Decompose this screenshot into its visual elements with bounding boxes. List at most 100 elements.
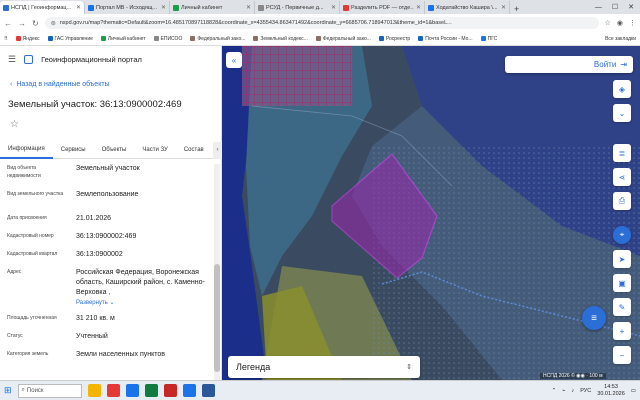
bookmark-label: Личный кабинет bbox=[107, 35, 146, 42]
hamburger-menu-icon[interactable]: ☰ bbox=[8, 54, 16, 65]
chat-button[interactable]: ≡ bbox=[582, 306, 606, 330]
bookmark-item[interactable]: Федеральный зако... bbox=[315, 36, 371, 42]
expand-icon[interactable]: ⌄ bbox=[613, 104, 631, 122]
network-icon[interactable]: ⌁ bbox=[562, 388, 565, 394]
scrollbar-thumb[interactable] bbox=[214, 264, 220, 372]
bookmark-star-icon[interactable]: ☆ bbox=[605, 19, 611, 27]
back-arrow-icon[interactable]: ← bbox=[4, 19, 12, 28]
map-toolbar-top: ◈ ⌄ bbox=[611, 80, 633, 128]
back-to-results-link[interactable]: ‹ Назад в найденные объекты bbox=[10, 81, 110, 88]
attribute-value-text: Учтенный bbox=[76, 333, 108, 340]
login-button[interactable]: Войти ⇥ bbox=[505, 56, 633, 73]
attribute-key: Категория земель bbox=[7, 351, 49, 357]
bookmark-item[interactable]: Почта России - Мо... bbox=[418, 35, 473, 42]
favorite-star-icon[interactable]: ☆ bbox=[10, 119, 19, 130]
file-explorer-icon[interactable] bbox=[87, 384, 101, 397]
language-indicator[interactable]: РУС bbox=[580, 388, 591, 394]
close-tab-icon[interactable]: ✕ bbox=[161, 4, 166, 11]
bookmark-item[interactable]: ЕПИСОО bbox=[153, 36, 182, 42]
clock[interactable]: 14:53 30.01.2026 bbox=[597, 384, 625, 398]
attribute-key: Вид объекта недвижимости bbox=[7, 165, 41, 179]
browser-tab[interactable]: Личный кабинет ✕ bbox=[170, 1, 255, 14]
zoom-out-icon[interactable]: − bbox=[613, 346, 631, 364]
bookmark-item[interactable]: Земельный кодекс... bbox=[253, 35, 308, 42]
zoom-in-icon[interactable]: + bbox=[613, 322, 631, 340]
layers-icon[interactable]: ◈ bbox=[613, 80, 631, 98]
chrome-icon[interactable] bbox=[125, 384, 139, 397]
notifications-icon[interactable]: ▭ bbox=[631, 388, 636, 394]
windows-start-icon[interactable]: ⊞ bbox=[4, 385, 12, 396]
volume-icon[interactable]: ♪ bbox=[572, 388, 575, 394]
maximize-icon[interactable]: ☐ bbox=[612, 3, 618, 11]
attribute-value-text: 36:13:0900002 bbox=[76, 251, 123, 258]
close-tab-icon[interactable]: ✕ bbox=[416, 4, 421, 11]
draw-icon[interactable]: ✎ bbox=[613, 298, 631, 316]
taskbar-search[interactable]: ⌕ Поиск bbox=[17, 383, 82, 398]
collapse-panel-button[interactable]: « bbox=[226, 52, 242, 68]
bookmark-label: Почта России - Мо... bbox=[425, 35, 473, 42]
object-tab[interactable]: Информация bbox=[0, 142, 53, 159]
attribute-value: 21.01.2026 bbox=[76, 214, 208, 224]
site-info-icon[interactable]: ⊜ bbox=[51, 20, 56, 27]
browser-tab[interactable]: НСПД | Геоинформац... ✕ bbox=[0, 1, 85, 14]
object-tab[interactable]: Состав bbox=[176, 142, 212, 159]
print-icon[interactable]: ⎙ bbox=[613, 192, 631, 210]
minimize-icon[interactable]: — bbox=[595, 4, 602, 11]
bookmark-item[interactable]: ПГС bbox=[480, 36, 497, 42]
list-icon[interactable]: ≣ bbox=[613, 144, 631, 162]
browser-tab[interactable]: Разделить PDF — отде... ✕ bbox=[340, 1, 425, 14]
object-tab[interactable]: Сервисы bbox=[53, 142, 94, 159]
word-icon[interactable] bbox=[201, 384, 215, 397]
pdf-reader-icon[interactable] bbox=[163, 384, 177, 397]
browser-tab[interactable]: Портал МВ - Исходящ... ✕ bbox=[85, 1, 170, 14]
profile-icon[interactable]: ◉ bbox=[617, 19, 623, 27]
object-tab[interactable]: Объекты bbox=[94, 142, 135, 159]
tray-arrow-icon[interactable]: ⌃ bbox=[552, 388, 557, 394]
tab-favicon-icon bbox=[3, 4, 9, 11]
bookmark-favicon-icon bbox=[47, 36, 53, 41]
tab-title: Личный кабинет bbox=[181, 4, 223, 11]
all-bookmarks[interactable]: Все закладки bbox=[603, 36, 636, 42]
bookmark-item[interactable]: Федеральный зако... bbox=[190, 36, 245, 42]
apps-grid-icon[interactable]: ⠿ bbox=[4, 36, 8, 42]
yandex-browser-icon[interactable] bbox=[106, 384, 120, 397]
close-tab-icon[interactable]: ✕ bbox=[246, 4, 251, 11]
bookmark-item[interactable]: Росреестр bbox=[378, 36, 410, 42]
reload-icon[interactable]: ↻ bbox=[32, 19, 39, 28]
object-tab[interactable]: Части ЗУ bbox=[134, 142, 175, 159]
map-attribution: НСПД 2026 © ◉◉ · 100 м bbox=[540, 373, 606, 379]
excel-icon[interactable] bbox=[144, 384, 158, 397]
browser-tab[interactable]: Ходатайство Кашира \... ✕ bbox=[425, 1, 510, 14]
outlook-icon[interactable] bbox=[182, 384, 196, 397]
locate-icon[interactable]: ⌖ bbox=[613, 226, 631, 244]
bookmark-favicon-icon bbox=[100, 36, 106, 41]
bookmarks-bar: ⠿ Яндекс ГАС Управление Личный кабинет ЕПИСО… bbox=[0, 32, 640, 46]
tab-title: Портал МВ - Исходящ... bbox=[96, 4, 157, 11]
tabs-scroll-right-icon[interactable]: › bbox=[213, 141, 222, 159]
bookmark-favicon-icon bbox=[15, 36, 21, 41]
navigation-arrow-icon[interactable]: ➤ bbox=[613, 250, 631, 268]
browser-tab[interactable]: РСУД - Первичные д... ✕ bbox=[255, 1, 340, 14]
legend-dropdown[interactable]: Легенда ⇕ bbox=[228, 356, 420, 378]
attribute-key: Кадастровый номер bbox=[7, 233, 54, 239]
measure-icon[interactable]: ▣ bbox=[613, 274, 631, 292]
expand-address-link[interactable]: Развернуть ⌄ bbox=[76, 298, 208, 308]
menu-dots-icon[interactable]: ⋮ bbox=[629, 19, 636, 27]
share-icon[interactable]: ⋖ bbox=[613, 168, 631, 186]
map-view[interactable]: « Войти ⇥ ◈ ⌄ ≣ ⋖ ⎙ ⌖ ➤ ▣ ✎ + − ≡ Легенд… bbox=[222, 46, 640, 380]
close-window-icon[interactable]: ✕ bbox=[628, 3, 634, 11]
url-field[interactable]: ⊜ nspd.gov.ru/map?thematic=Default&zoom=… bbox=[44, 17, 599, 29]
tab-favicon-icon bbox=[428, 4, 434, 11]
close-tab-icon[interactable]: ✕ bbox=[331, 4, 336, 11]
bookmark-label: Земельный кодекс... bbox=[260, 35, 308, 42]
forward-arrow-icon[interactable]: → bbox=[18, 19, 26, 28]
bookmark-item[interactable]: Личный кабинет bbox=[100, 35, 146, 42]
close-tab-icon[interactable]: ✕ bbox=[76, 4, 81, 11]
panel-scrollbar[interactable] bbox=[214, 164, 220, 380]
new-tab-button[interactable]: + bbox=[510, 4, 523, 14]
bookmark-label: Яндекс bbox=[22, 35, 40, 42]
bookmark-item[interactable]: Яндекс bbox=[15, 35, 40, 42]
bookmark-item[interactable]: ГАС Управление bbox=[47, 36, 93, 42]
close-tab-icon[interactable]: ✕ bbox=[501, 4, 506, 11]
os-taskbar: ⊞ ⌕ Поиск ⌃ ⌁ ♪ РУС 14:53 30.01.2026 ▭ bbox=[0, 380, 640, 400]
